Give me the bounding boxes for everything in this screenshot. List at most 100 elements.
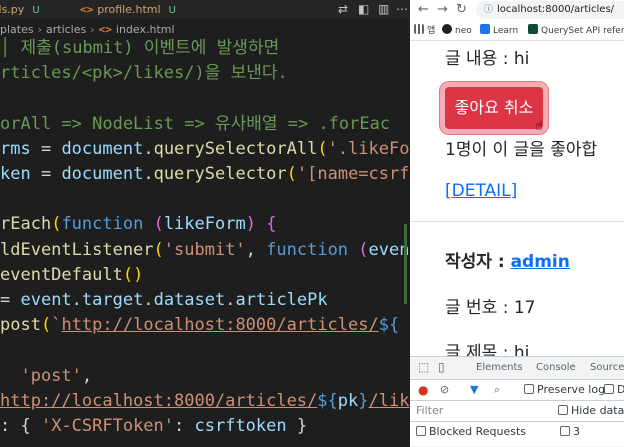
code-token: orAll => NodeList => 유사배열 => .forEac — [0, 113, 391, 134]
code-line[interactable]: ken = document.querySelector('[name=csrf — [0, 162, 409, 187]
detail-link[interactable]: [DETAIL] — [445, 181, 517, 201]
code-token: , — [245, 239, 267, 260]
author-link[interactable]: admin — [511, 252, 570, 272]
search-icon[interactable]: ⌕ — [494, 383, 500, 397]
html-icon: <> — [80, 3, 94, 16]
code-line[interactable]: eventDefault() — [0, 263, 143, 288]
split-editor-icon[interactable]: ▥ — [378, 2, 389, 16]
devtools-tab-bar: ⬚ ▯ Elements Console Sources — [410, 357, 624, 380]
code-token: ( — [143, 214, 164, 235]
checkbox-icon — [558, 405, 568, 415]
breadcrumb-item[interactable]: index.html — [116, 23, 175, 36]
bookmark-django-docs[interactable]: QuerySet API refer... — [528, 24, 624, 38]
tab-profile-html[interactable]: <> profile.html U — [72, 0, 184, 19]
code-line[interactable]: post(`http://localhost:8000/articles/${ — [0, 313, 399, 338]
bookmark-apps[interactable]: 앱 — [414, 24, 435, 38]
code-token: . — [71, 290, 82, 310]
django-icon — [528, 24, 538, 34]
code-token: } — [286, 416, 308, 436]
blocked-requests-row: Blocked Requests 3 — [410, 422, 624, 446]
breadcrumb-item[interactable]: plates — [0, 23, 34, 36]
filter-input[interactable]: Filter — [416, 404, 443, 418]
code-token: 'submit' — [163, 239, 246, 260]
bookmark-neo[interactable]: neo — [442, 24, 472, 38]
code-token: post — [0, 315, 41, 336]
filter-icon[interactable]: ▼ — [470, 383, 478, 397]
tab-console[interactable]: Console — [536, 361, 576, 375]
code-token: target — [81, 290, 144, 310]
url-field[interactable]: ⓘ localhost:8000/articles/ — [476, 1, 624, 19]
compare-changes-icon[interactable]: ⇄ — [338, 2, 348, 16]
address-bar: ← → ↻ ⓘ localhost:8000/articles/ — [410, 0, 624, 22]
open-preview-icon[interactable]: ◧ — [358, 2, 369, 16]
third-party-requests-checkbox[interactable]: 3 — [560, 425, 580, 439]
code-token: ( — [40, 315, 52, 336]
code-token: eventDefault — [0, 264, 123, 285]
tab-elements[interactable]: Elements — [476, 361, 523, 375]
code-line[interactable]: http://localhost:8000/articles/${pk}/lik — [0, 389, 409, 414]
checkbox-icon — [560, 426, 570, 436]
more-actions-icon[interactable]: ⋯ — [396, 2, 408, 16]
code-token: } — [358, 390, 369, 411]
device-toolbar-icon[interactable]: ▯ — [438, 360, 445, 374]
article-number-line: 글 번호 : 17 — [445, 298, 536, 318]
code-line[interactable]: = event.target.dataset.articlePk — [0, 288, 328, 313]
apps-grid-icon — [414, 24, 424, 34]
code-line[interactable]: │ 제출(submit) 이벤트에 발생하면 — [0, 36, 279, 61]
code-line[interactable]: 'post', — [0, 364, 92, 389]
code-token: ${ — [317, 390, 338, 411]
code-editor[interactable]: rls.pyU <>profile.htmlU ⇄ ◧ ▥ ⋯ plates›a… — [0, 0, 410, 447]
code-line[interactable]: : { 'X-CSRFToken': csrftoken } — [0, 414, 307, 439]
code-line[interactable]: rms = document.querySelectorAll('.likeFo — [0, 137, 409, 162]
code-token: ( — [286, 164, 297, 184]
code-line[interactable]: rticles/<pk>/likes/)을 보낸다. — [0, 61, 288, 86]
code-token: pk — [337, 390, 359, 411]
article-title-line: 글 제목 : hi — [445, 343, 530, 356]
chevron-right-icon: › — [90, 23, 95, 36]
code-token: 'X-CSRFToken' — [40, 416, 175, 436]
checkbox-icon — [604, 384, 614, 394]
code-token: ( — [153, 239, 164, 260]
tab-sources[interactable]: Sources — [590, 361, 624, 375]
breadcrumb-item[interactable]: articles — [46, 23, 86, 36]
code-token: querySelector — [153, 164, 287, 184]
code-token: /lik — [368, 390, 410, 411]
code-token: document — [61, 164, 144, 184]
record-icon[interactable]: ● — [418, 383, 428, 397]
unlike-button[interactable]: 좋아요 취소 — [440, 82, 548, 134]
code-token: │ 제출(submit) 이벤트에 발생하면 — [0, 38, 280, 58]
code-token: rms — [0, 138, 31, 159]
network-toolbar: ● ⊘ ▼ ⌕ Preserve log D — [410, 380, 624, 401]
inspect-element-icon[interactable]: ⬚ — [418, 360, 429, 374]
clear-icon[interactable]: ⊘ — [440, 383, 449, 397]
reload-icon[interactable]: ↻ — [456, 2, 467, 17]
code-token: '.likeFo — [327, 138, 410, 159]
preserve-log-checkbox[interactable]: Preserve log — [524, 383, 605, 397]
code-token: ldEventListener — [0, 239, 154, 260]
code-token: rEach — [0, 214, 52, 235]
code-line[interactable]: orAll => NodeList => 유사배열 => .forEac — [0, 112, 390, 137]
tab-urls-py[interactable]: rls.pyU — [0, 0, 40, 19]
chevron-right-icon: › — [37, 23, 42, 36]
code-token: . — [225, 290, 236, 310]
code-token: likeForm — [163, 214, 246, 235]
bookmark-learn[interactable]: Learn — [480, 24, 518, 38]
back-arrow-icon[interactable]: ← — [418, 2, 429, 17]
disable-cache-checkbox[interactable]: D — [604, 383, 624, 397]
code-token: ) — [245, 214, 267, 235]
article-divider — [410, 221, 624, 222]
code-token: articlePk — [235, 290, 328, 310]
code-token: () — [122, 264, 144, 285]
learn-icon — [480, 24, 490, 34]
code-token: ( — [348, 239, 369, 260]
network-filter-row: Filter Hide data U — [410, 401, 624, 422]
blocked-requests-checkbox[interactable]: Blocked Requests — [416, 425, 526, 439]
code-line[interactable]: ldEventListener('submit', function (even — [0, 238, 409, 263]
code-line[interactable]: rEach(function (likeForm) { — [0, 212, 276, 237]
code-token: '[name=csrf — [296, 164, 410, 184]
hide-data-urls-checkbox[interactable]: Hide data U — [558, 404, 624, 418]
checkbox-icon — [524, 384, 534, 394]
forward-arrow-icon[interactable]: → — [437, 2, 448, 17]
hand-cursor-icon: ☝ — [535, 119, 543, 134]
page-content: 글 내용 : hi 좋아요 취소 ☝ 1명이 이 글을 좋아합 [DETAIL]… — [410, 40, 624, 356]
